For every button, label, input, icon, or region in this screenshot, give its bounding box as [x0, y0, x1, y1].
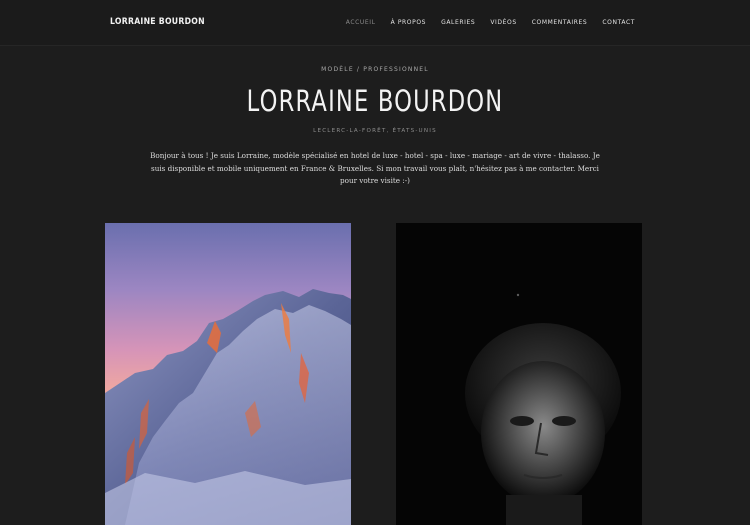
mountain-sunset-photo[interactable]: [105, 223, 351, 525]
bio-text: Bonjour à tous ! Je suis Lorraine, modèl…: [150, 151, 600, 185]
dark-portrait-image: [396, 223, 642, 525]
nav-item-contact[interactable]: CONTACT: [602, 19, 635, 26]
site-brand[interactable]: LORRAINE BOURDON: [110, 17, 205, 27]
dark-portrait-photo[interactable]: [396, 223, 642, 525]
nav-item-commentaires[interactable]: COMMENTAIRES: [532, 19, 588, 26]
page-title: LORRAINE BOURDON: [246, 84, 504, 118]
profession-label: MODÈLE / PROFESSIONNEL: [321, 66, 429, 73]
nav-item-a-propos[interactable]: À PROPOS: [391, 19, 426, 26]
nav-item-galeries[interactable]: GALERIES: [441, 19, 475, 26]
location-label: LECLERC-LA-FORÊT, ÉTATS-UNIS: [313, 128, 437, 134]
main-nav: ACCUEIL À PROPOS GALERIES VIDÉOS COMMENT…: [346, 19, 635, 26]
nav-item-accueil[interactable]: ACCUEIL: [346, 19, 376, 26]
top-navigation-bar: LORRAINE BOURDON ACCUEIL À PROPOS GALERI…: [0, 0, 750, 46]
mountain-sunset-image: [105, 223, 351, 525]
nav-item-videos[interactable]: VIDÉOS: [490, 19, 516, 26]
